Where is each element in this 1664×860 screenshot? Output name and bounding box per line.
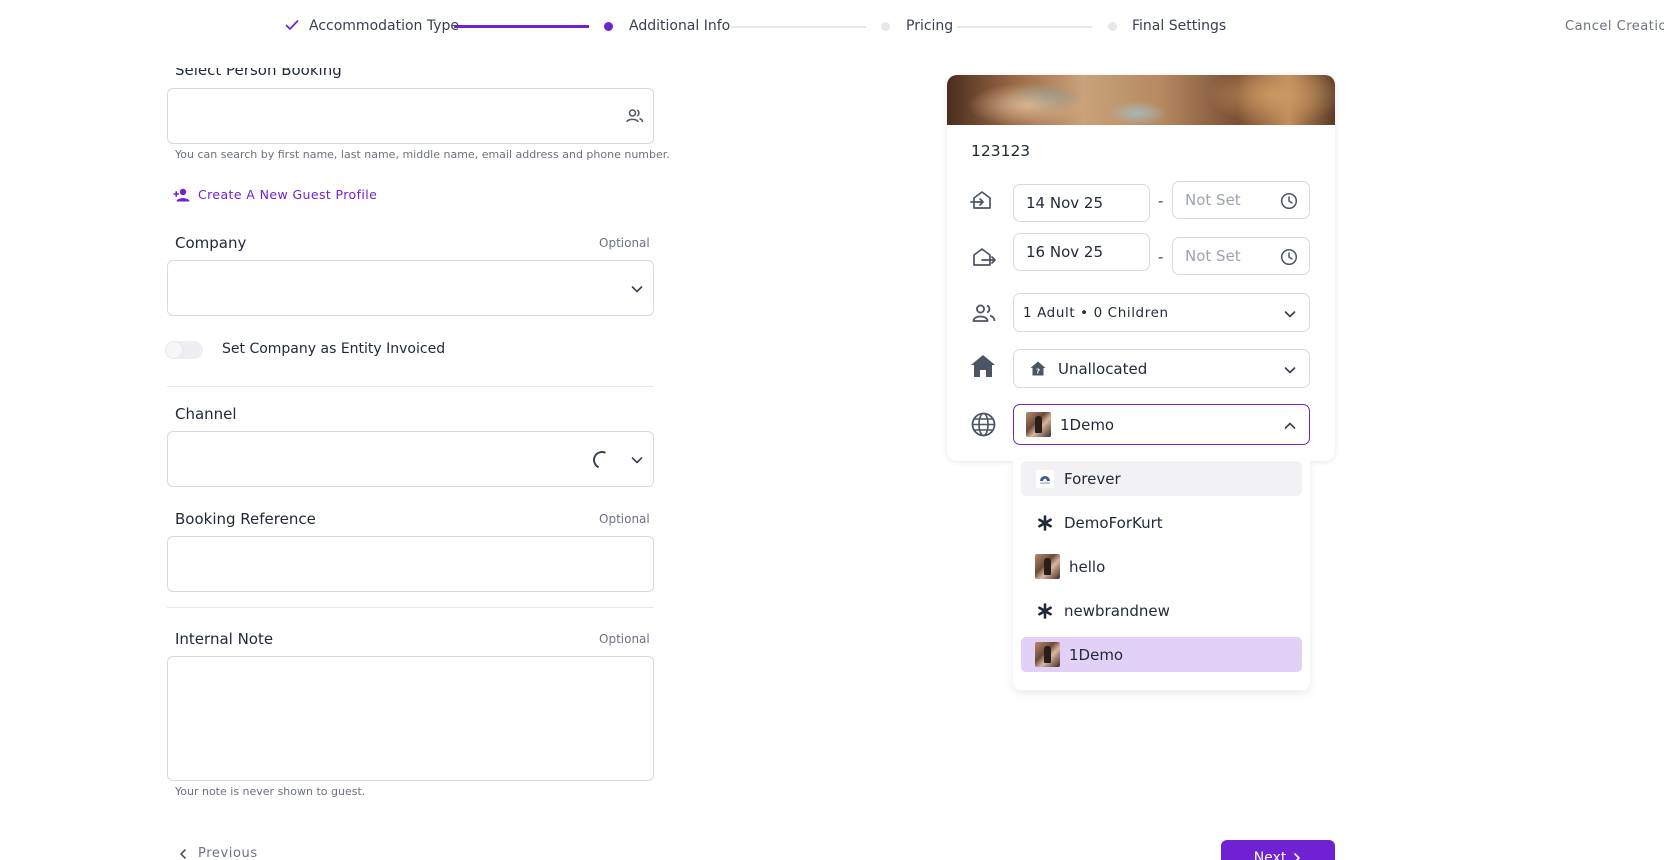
option-label: DemoForKurt xyxy=(1064,513,1163,532)
unallocated-home-icon: ? xyxy=(1030,361,1046,376)
property-photo xyxy=(947,75,1335,125)
channel-dropdown[interactable]: 1Demo xyxy=(1013,404,1310,445)
check-in-time-input[interactable]: Not Set xyxy=(1172,181,1310,219)
company-select[interactable] xyxy=(167,260,654,316)
previous-label: Previous xyxy=(198,846,258,860)
booking-reference-input[interactable] xyxy=(167,536,654,592)
progress-stepper: Accommodation Type Additional Info Prici… xyxy=(0,0,1664,52)
company-optional: Optional xyxy=(599,236,650,250)
cancel-creation-button[interactable]: Cancel Creation xyxy=(1565,19,1664,34)
check-in-icon xyxy=(970,191,991,209)
person-booking-label: Select Person Booking xyxy=(175,61,342,79)
option-label: newbrandnew xyxy=(1064,601,1170,620)
check-out-time-input[interactable]: Not Set xyxy=(1172,237,1310,275)
step-additional-info[interactable]: Additional Info xyxy=(629,18,730,34)
internal-note-optional: Optional xyxy=(599,632,650,646)
svg-text:?: ? xyxy=(1036,368,1040,376)
next-label: Next xyxy=(1253,850,1287,860)
booking-reference-label: Booking Reference xyxy=(175,510,316,528)
check-out-icon xyxy=(973,248,996,266)
booking-reference-optional: Optional xyxy=(599,512,650,526)
guests-select[interactable]: 1 Adult • 0 Children xyxy=(1013,293,1310,332)
option-hello[interactable]: hello xyxy=(1021,549,1302,584)
people-icon xyxy=(626,109,644,123)
step-pending-dot xyxy=(1108,22,1117,31)
create-guest-profile-label: Create A New Guest Profile xyxy=(198,187,378,202)
chevron-down-icon xyxy=(1284,367,1296,374)
chevron-down-icon xyxy=(631,457,643,464)
company-label: Company xyxy=(175,234,247,252)
asterisk-icon xyxy=(1035,513,1055,533)
check-out-date: 16 Nov 25 xyxy=(1026,243,1103,261)
guests-value: 1 Adult • 0 Children xyxy=(1023,304,1169,321)
person-booking-input[interactable] xyxy=(167,88,654,144)
previous-button[interactable]: Previous xyxy=(178,846,258,860)
internal-note-textarea[interactable] xyxy=(167,656,654,781)
clock-icon xyxy=(1280,192,1298,210)
step-active-dot xyxy=(604,22,613,31)
toggle-knob xyxy=(166,342,182,358)
option-label: Forever xyxy=(1064,469,1121,488)
internal-note-help: Your note is never shown to guest. xyxy=(175,785,366,798)
entity-invoiced-toggle[interactable] xyxy=(165,341,203,359)
check-out-date-input[interactable]: 16 Nov 25 xyxy=(1013,233,1150,271)
channel-photo-thumb-icon xyxy=(1026,412,1051,437)
channel-selected-value: 1Demo xyxy=(1060,415,1115,434)
channel-select[interactable] xyxy=(167,431,654,487)
check-out-time: Not Set xyxy=(1185,247,1241,265)
check-in-date: 14 Nov 25 xyxy=(1026,194,1103,212)
person-booking-help: You can search by first name, last name,… xyxy=(175,148,670,161)
option-label: hello xyxy=(1069,557,1106,576)
next-button[interactable]: Next xyxy=(1221,840,1335,860)
chevron-left-icon xyxy=(180,848,186,859)
property-name: 123123 xyxy=(971,142,1031,160)
option-label: 1Demo xyxy=(1069,645,1124,664)
photo-thumb-icon xyxy=(1035,642,1060,667)
channel-label: Channel xyxy=(175,405,237,423)
date-separator: - xyxy=(1158,248,1164,266)
add-person-icon xyxy=(173,188,190,201)
date-separator: - xyxy=(1158,192,1164,210)
option-newbrandnew[interactable]: newbrandnew xyxy=(1021,593,1302,628)
step-pending-dot xyxy=(881,22,890,31)
globe-icon xyxy=(971,412,996,437)
forever-logo-icon xyxy=(1035,469,1055,489)
chevron-right-icon xyxy=(1294,853,1301,860)
step-final-settings[interactable]: Final Settings xyxy=(1132,18,1226,34)
chevron-down-icon xyxy=(1284,311,1296,318)
option-demoforkurt[interactable]: DemoForKurt xyxy=(1021,505,1302,540)
room-value: Unallocated xyxy=(1058,359,1148,378)
entity-invoiced-label: Set Company as Entity Invoiced xyxy=(222,341,446,357)
chevron-up-icon xyxy=(1284,422,1296,429)
option-forever[interactable]: Forever xyxy=(1021,461,1302,496)
room-select[interactable]: ? Unallocated xyxy=(1013,349,1310,388)
clock-icon xyxy=(1280,248,1298,266)
option-1demo[interactable]: 1Demo xyxy=(1021,637,1302,672)
channel-options-list: Forever DemoForKurt hello newbrandnew 1D… xyxy=(1013,460,1310,690)
check-icon xyxy=(285,20,299,30)
photo-thumb-icon xyxy=(1035,554,1060,579)
check-in-time: Not Set xyxy=(1185,191,1241,209)
step-accommodation-type[interactable]: Accommodation Type xyxy=(309,18,459,34)
create-guest-profile-link[interactable]: Create A New Guest Profile xyxy=(173,187,377,202)
guests-icon xyxy=(972,304,996,322)
asterisk-icon xyxy=(1035,601,1055,621)
section-divider xyxy=(167,386,654,387)
step-connector xyxy=(957,26,1092,28)
step-pricing[interactable]: Pricing xyxy=(906,18,953,34)
step-connector xyxy=(731,26,866,28)
check-in-date-input[interactable]: 14 Nov 25 xyxy=(1013,184,1150,222)
internal-note-label: Internal Note xyxy=(175,630,274,648)
chevron-down-icon xyxy=(631,286,643,293)
home-icon xyxy=(971,355,995,377)
step-connector-done xyxy=(454,25,589,28)
section-divider xyxy=(167,607,654,608)
